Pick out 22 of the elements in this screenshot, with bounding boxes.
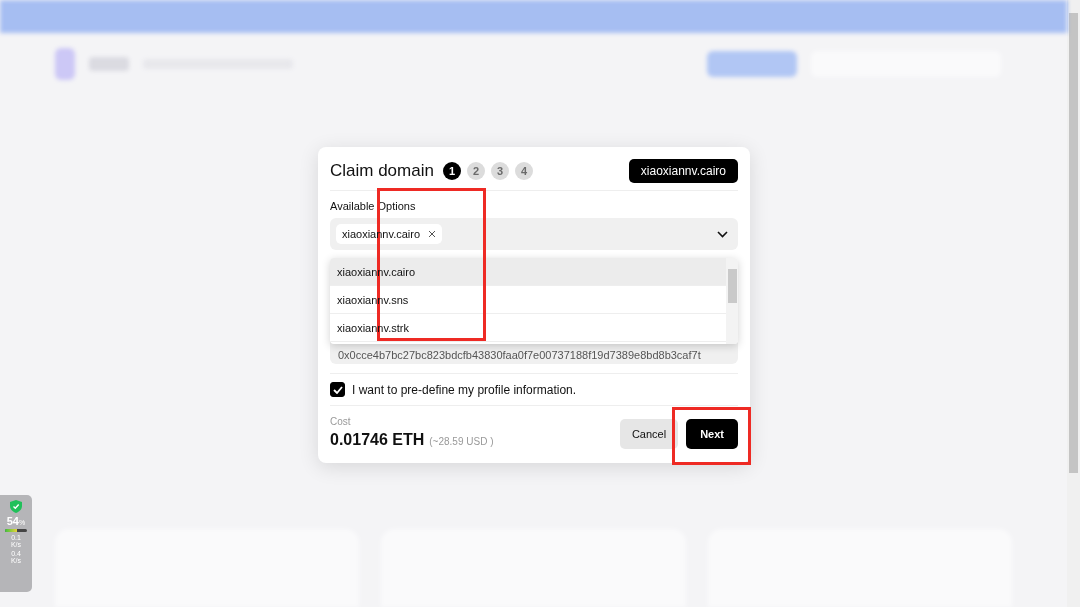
cost-usd: (~28.59 USD )	[429, 436, 494, 447]
step-indicator: 3	[490, 162, 509, 180]
dropdown-scrollbar[interactable]	[726, 258, 738, 344]
cost-amount: 0.01746 ETH	[330, 431, 425, 449]
chevron-down-icon	[717, 230, 728, 238]
cost-label: Cost	[330, 416, 352, 427]
dialog-title: Claim domain	[330, 161, 434, 181]
cancel-button[interactable]: Cancel	[619, 419, 679, 449]
checkbox[interactable]	[330, 382, 345, 397]
usage-track	[5, 529, 27, 532]
step-indicator: 2	[466, 162, 485, 180]
brand-placeholder	[89, 57, 129, 71]
step-indicator: 1	[442, 162, 461, 180]
domain-badge: xiaoxiannv.cairo	[628, 159, 738, 183]
logo-icon	[55, 48, 75, 80]
close-icon[interactable]	[428, 230, 437, 238]
percent-value: 54	[6, 515, 19, 527]
next-button[interactable]: Next	[686, 419, 738, 449]
scrollbar[interactable]	[1067, 0, 1080, 607]
shield-check-icon	[10, 500, 22, 513]
checkbox-label: I want to pre-define my profile information.	[352, 382, 577, 397]
step-indicator: 4	[514, 162, 533, 180]
